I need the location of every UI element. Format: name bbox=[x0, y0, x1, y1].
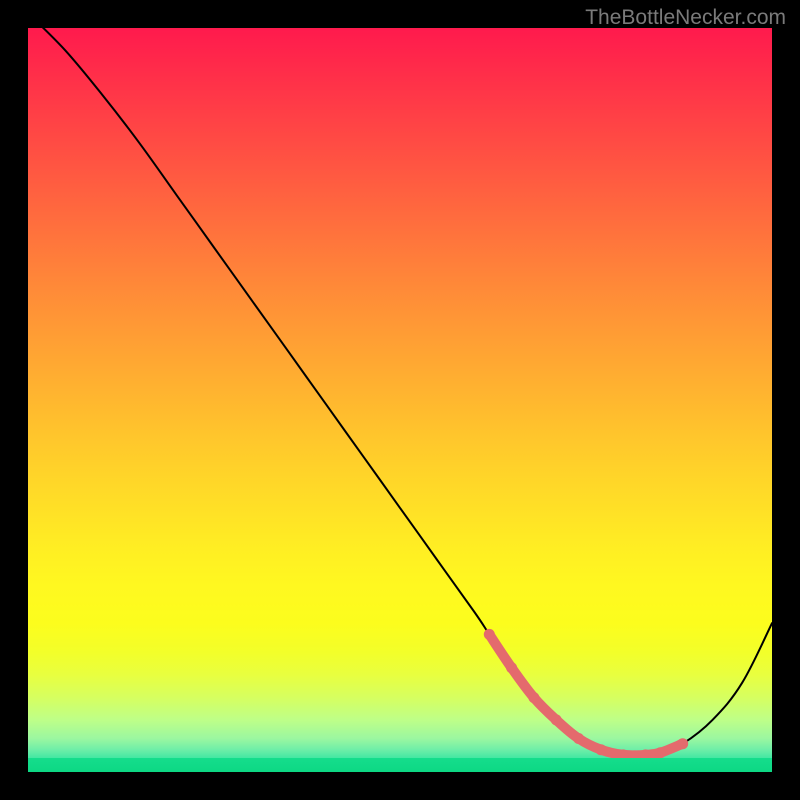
watermark-text: TheBottleNecker.com bbox=[585, 6, 786, 30]
baseline-bar bbox=[28, 758, 772, 772]
optimal-point-dot bbox=[506, 662, 517, 673]
bottleneck-curve-path bbox=[28, 28, 772, 755]
optimal-point-dot bbox=[655, 747, 666, 758]
optimal-point-dot bbox=[677, 738, 688, 749]
optimal-point-dot bbox=[551, 714, 562, 725]
chart-canvas bbox=[28, 28, 772, 772]
curve-layer bbox=[28, 28, 772, 772]
optimal-range-overlay bbox=[489, 634, 682, 755]
optimal-point-dot bbox=[484, 629, 495, 640]
optimal-point-dot bbox=[573, 733, 584, 744]
optimal-point-dot bbox=[528, 692, 539, 703]
optimal-point-dot bbox=[595, 744, 606, 755]
